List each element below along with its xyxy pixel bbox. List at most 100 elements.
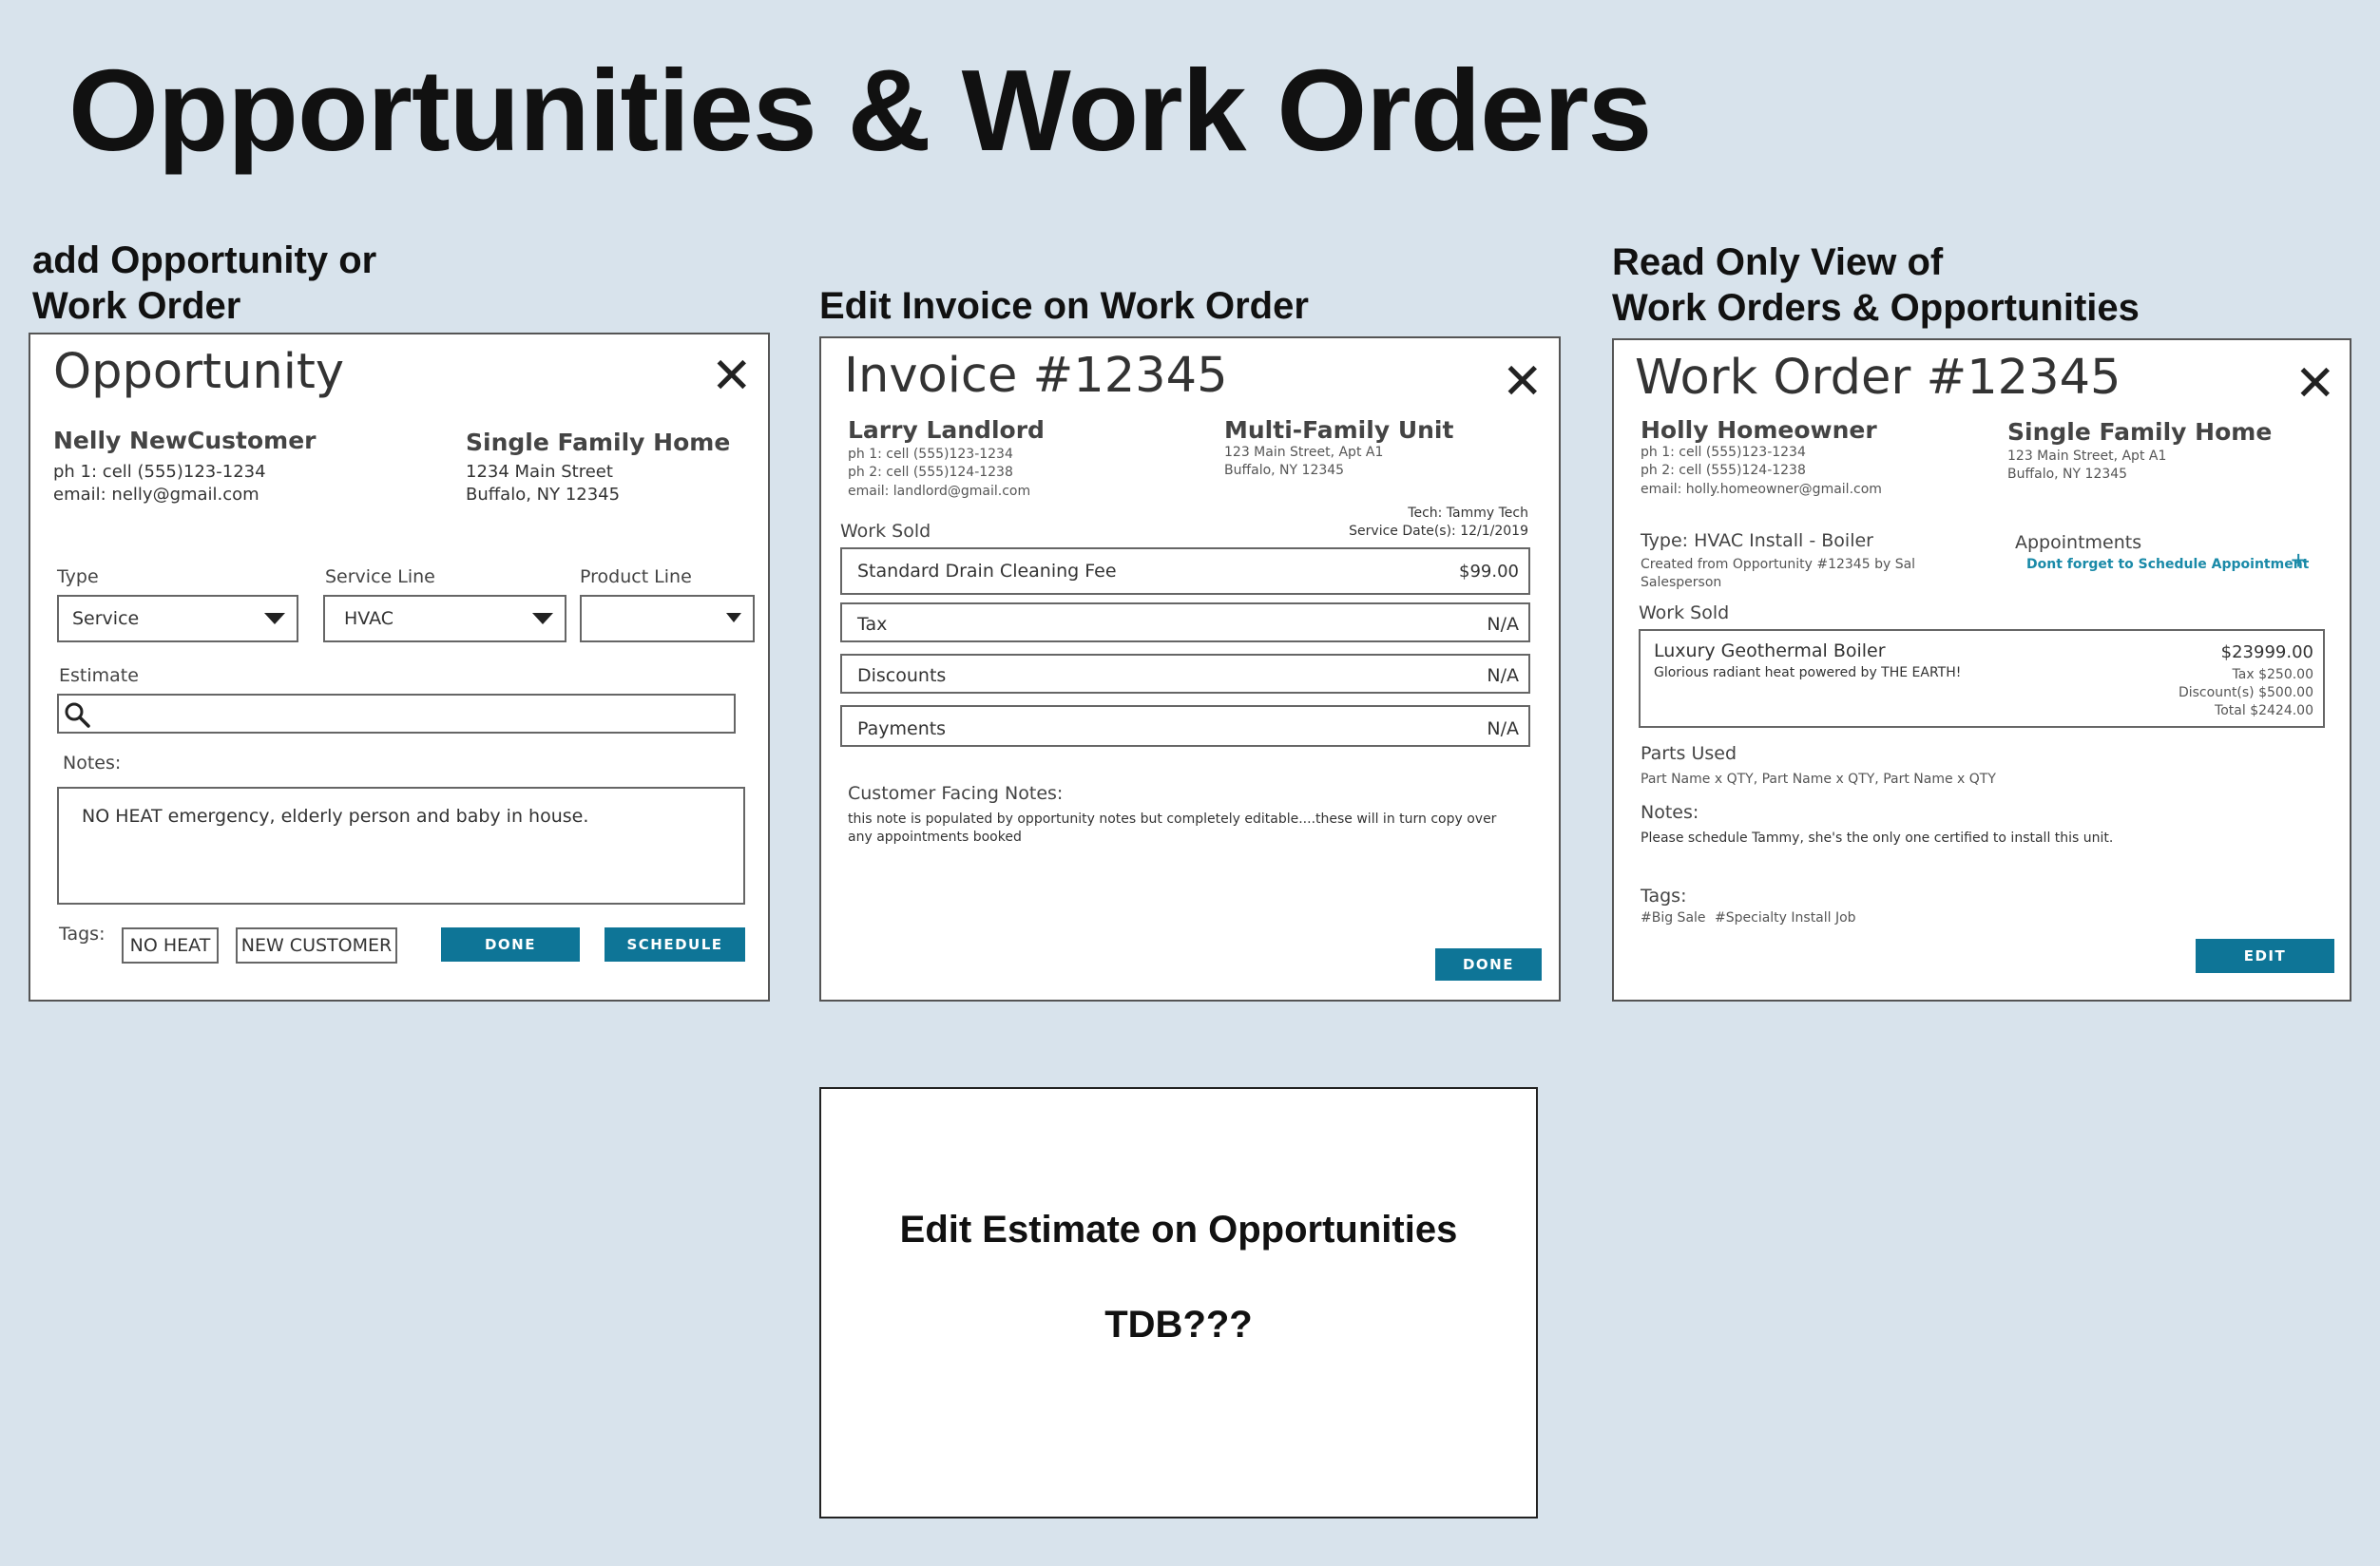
tax-row[interactable]: Tax N/A — [840, 602, 1530, 642]
line-item-value: $99.00 — [1459, 562, 1519, 582]
schedule-button[interactable]: SCHEDULE — [605, 927, 745, 962]
chevron-down-icon — [532, 613, 553, 624]
payments-label: Payments — [857, 718, 947, 739]
opportunity-dialog: Opportunity ✕ Nelly NewCustomer ph 1: ce… — [29, 333, 770, 1002]
done-button[interactable]: DONE — [441, 927, 580, 962]
section-label-line: Read Only View of — [1612, 241, 1944, 283]
dialog-title: Work Order #12345 — [1635, 350, 2121, 406]
chevron-down-icon — [264, 613, 285, 624]
close-icon[interactable]: ✕ — [711, 352, 753, 401]
close-icon[interactable]: ✕ — [1502, 357, 1544, 407]
notes-label: Notes: — [1641, 802, 1699, 823]
edit-estimate-panel: Edit Estimate on Opportunities TDB??? — [819, 1087, 1538, 1518]
product-line-label: Product Line — [580, 566, 692, 587]
service-line-select-value: HVAC — [344, 608, 393, 629]
search-icon — [65, 702, 90, 728]
work-sold-label: Work Sold — [840, 521, 931, 542]
tag-big-sale: #Big Sale — [1641, 910, 1706, 926]
item-name: Luxury Geothermal Boiler — [1654, 640, 1886, 661]
tax-value: N/A — [1487, 614, 1519, 635]
customer-phone-2: ph 2: cell (555)124-1238 — [1641, 463, 1806, 478]
tags-label: Tags: — [1641, 886, 1687, 907]
work-order-dialog: Work Order #12345 ✕ Holly Homeowner ph 1… — [1612, 338, 2351, 1002]
estimate-search-input[interactable] — [57, 694, 736, 734]
tags-label: Tags: — [59, 924, 106, 945]
line-item-label: Standard Drain Cleaning Fee — [857, 561, 1117, 582]
edit-button[interactable]: EDIT — [2196, 939, 2334, 973]
service-date: Service Date(s): 12/1/2019 — [1349, 524, 1528, 539]
estimate-label: Estimate — [59, 665, 139, 686]
section-label-line: Work Order — [32, 285, 241, 327]
item-tax: Tax $250.00 — [2232, 667, 2313, 682]
estimate-panel-title: Edit Estimate on Opportunities — [899, 1209, 1458, 1251]
property-type: Single Family Home — [466, 429, 731, 456]
tech-name: Tech: Tammy Tech — [1408, 506, 1528, 521]
plus-icon[interactable]: + — [2291, 547, 2306, 574]
notes-text: NO HEAT emergency, elderly person and ba… — [82, 806, 589, 827]
work-sold-label: Work Sold — [1639, 602, 1730, 623]
customer-notes-line[interactable]: any appointments booked — [848, 830, 1022, 845]
created-from-line: Salesperson — [1641, 575, 1722, 590]
section-label-line: add Opportunity or — [32, 239, 377, 281]
property-street: 123 Main Street, Apt A1 — [1224, 445, 1384, 460]
tag-specialty-install: #Specialty Install Job — [1715, 910, 1856, 926]
done-button[interactable]: DONE — [1435, 948, 1542, 981]
tag-new-customer[interactable]: NEW CUSTOMER — [236, 927, 397, 964]
property-street: 123 Main Street, Apt A1 — [2007, 449, 2167, 464]
customer-name: Larry Landlord — [848, 416, 1045, 444]
service-line-label: Service Line — [325, 566, 435, 587]
item-discount: Discount(s) $500.00 — [2178, 685, 2313, 700]
property-type: Multi-Family Unit — [1224, 416, 1454, 444]
customer-phone: ph 1: cell (555)123-1234 — [53, 462, 266, 482]
section-label-add: add Opportunity or Work Order — [32, 238, 376, 329]
customer-phone-1: ph 1: cell (555)123-1234 — [1641, 445, 1806, 460]
property-city: Buffalo, NY 12345 — [2007, 467, 2128, 482]
customer-phone-2: ph 2: cell (555)124-1238 — [848, 465, 1013, 480]
type-label: Type — [57, 566, 99, 587]
line-item-row[interactable]: Standard Drain Cleaning Fee $99.00 — [840, 547, 1530, 595]
section-label-line: Work Orders & Opportunities — [1612, 287, 2140, 329]
invoice-dialog: Invoice #12345 ✕ Larry Landlord ph 1: ce… — [819, 336, 1561, 1002]
property-type: Single Family Home — [2007, 418, 2273, 446]
dialog-title: Invoice #12345 — [844, 348, 1228, 404]
item-total: Total $2424.00 — [2215, 703, 2313, 718]
notes-textarea[interactable]: NO HEAT emergency, elderly person and ba… — [57, 787, 745, 905]
page-title: Opportunities & Work Orders — [68, 46, 1652, 175]
discounts-row[interactable]: Discounts N/A — [840, 654, 1530, 694]
dialog-title: Opportunity — [53, 344, 345, 400]
discounts-label: Discounts — [857, 665, 947, 686]
parts-used-value: Part Name x QTY, Part Name x QTY, Part N… — [1641, 772, 1996, 787]
type-select-value: Service — [72, 608, 140, 629]
chevron-down-icon — [726, 613, 741, 622]
customer-email: email: nelly@gmail.com — [53, 485, 259, 505]
service-line-select[interactable]: HVAC — [323, 595, 566, 642]
property-street: 1234 Main Street — [466, 462, 613, 482]
product-line-select[interactable] — [580, 595, 755, 642]
work-sold-item: Luxury Geothermal Boiler Glorious radian… — [1639, 629, 2325, 728]
tax-label: Tax — [857, 614, 888, 635]
customer-phone-1: ph 1: cell (555)123-1234 — [848, 447, 1013, 462]
work-order-type: Type: HVAC Install - Boiler — [1641, 530, 1873, 551]
item-description: Glorious radiant heat powered by THE EAR… — [1654, 665, 1962, 680]
customer-notes-line[interactable]: this note is populated by opportunity no… — [848, 812, 1496, 827]
customer-notes-label: Customer Facing Notes: — [848, 783, 1064, 804]
customer-email: email: landlord@gmail.com — [848, 484, 1031, 499]
payments-value: N/A — [1487, 718, 1519, 739]
created-from-line: Created from Opportunity #12345 by Sal — [1641, 557, 1916, 572]
property-city: Buffalo, NY 12345 — [1224, 463, 1345, 478]
parts-used-label: Parts Used — [1641, 743, 1737, 764]
schedule-appointment-link[interactable]: Dont forget to Schedule Appointment — [2026, 557, 2309, 572]
customer-name: Nelly NewCustomer — [53, 427, 317, 454]
payments-row[interactable]: Payments N/A — [840, 705, 1530, 747]
section-label-invoice: Edit Invoice on Work Order — [819, 285, 1309, 327]
customer-email: email: holly.homeowner@gmail.com — [1641, 482, 1882, 497]
appointments-label: Appointments — [2015, 532, 2142, 553]
customer-name: Holly Homeowner — [1641, 416, 1877, 444]
estimate-panel-subtitle: TDB??? — [1104, 1304, 1253, 1346]
property-city: Buffalo, NY 12345 — [466, 485, 621, 505]
item-price: $23999.00 — [2220, 642, 2313, 662]
close-icon[interactable]: ✕ — [2294, 359, 2336, 409]
notes-value: Please schedule Tammy, she's the only on… — [1641, 831, 2114, 846]
tag-no-heat[interactable]: NO HEAT — [122, 927, 219, 964]
type-select[interactable]: Service — [57, 595, 298, 642]
